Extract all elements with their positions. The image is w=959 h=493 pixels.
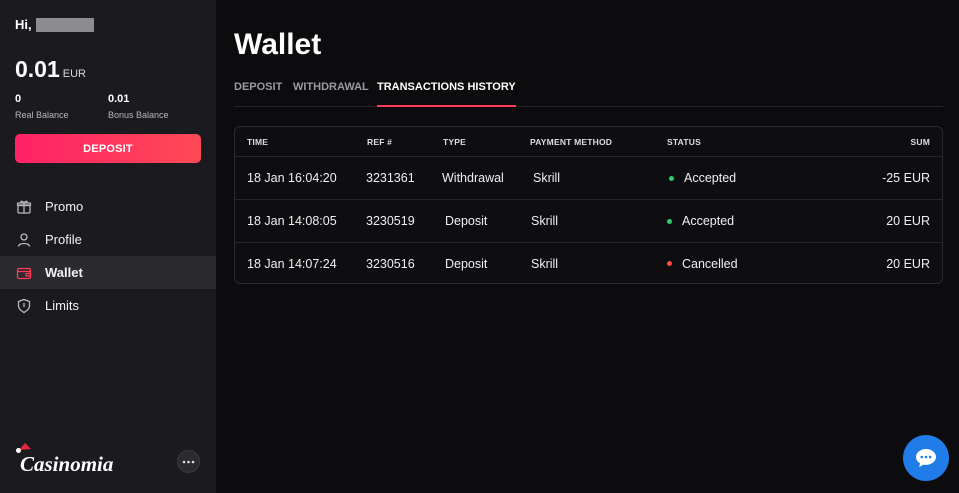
wallet-icon <box>16 265 32 281</box>
sidebar-item-limits[interactable]: Limits <box>0 289 216 322</box>
cell-status: Accepted <box>667 200 734 242</box>
column-header-payment-method: PAYMENT METHOD <box>530 136 613 147</box>
tab-withdrawal[interactable]: WITHDRAWAL <box>293 81 369 107</box>
wallet-tabs: DEPOSIT WITHDRAWAL TRANSACTIONS HISTORY <box>234 81 943 107</box>
status-text: Accepted <box>684 171 737 185</box>
cell-ref: 3231361 <box>366 171 415 185</box>
table-row: 18 Jan 16:04:20 3231361 Withdrawal Skril… <box>235 157 942 200</box>
tab-deposit[interactable]: DEPOSIT <box>234 81 282 107</box>
chat-button[interactable] <box>903 435 949 481</box>
bonus-balance-value: 0.01 <box>108 93 130 105</box>
bonus-balance: 0.01 Bonus Balance <box>108 93 169 120</box>
casinomia-logo[interactable]: Casinomia <box>16 442 128 476</box>
cell-type: Deposit <box>445 214 488 228</box>
cell-ref: 3230519 <box>366 214 415 228</box>
cell-type: Deposit <box>445 256 488 271</box>
sidebar-item-profile[interactable]: Profile <box>0 223 216 256</box>
column-header-type: TYPE <box>443 136 467 147</box>
real-balance: 0 Real Balance <box>15 93 69 120</box>
real-balance-value: 0 <box>15 93 22 105</box>
cell-sum: 20 EUR <box>886 256 930 271</box>
sidebar-item-label: Wallet <box>45 265 83 280</box>
chat-bubble-icon <box>916 449 936 467</box>
page-title: Wallet <box>234 28 322 61</box>
column-header-status: STATUS <box>667 136 701 147</box>
cell-status: Cancelled <box>667 243 738 284</box>
cell-time: 18 Jan 14:07:24 <box>247 256 337 271</box>
cell-sum: -25 EUR <box>882 171 930 185</box>
bonus-balance-label: Bonus Balance <box>108 110 169 120</box>
sidebar-item-label: Limits <box>45 298 79 313</box>
cell-time: 18 Jan 14:08:05 <box>247 214 337 228</box>
status-dot <box>667 218 672 224</box>
username-redacted <box>35 17 94 32</box>
sidebar-nav: Promo Profile Wallet Limits <box>0 190 216 322</box>
transactions-table: TIME REF # TYPE PAYMENT METHOD STATUS SU… <box>234 126 943 284</box>
table-header-row: TIME REF # TYPE PAYMENT METHOD STATUS SU… <box>235 127 942 157</box>
sidebar: Hi, 0.01 EUR 0 Real Balance 0.01 Bonus B… <box>0 0 216 493</box>
cell-payment-method: Skrill <box>531 214 559 228</box>
sidebar-item-wallet[interactable]: Wallet <box>0 256 216 289</box>
status-text: Cancelled <box>682 256 738 271</box>
gift-icon <box>16 199 32 215</box>
status-text: Accepted <box>682 214 735 228</box>
sidebar-item-promo[interactable]: Promo <box>0 190 216 223</box>
cell-payment-method: Skrill <box>533 171 561 185</box>
user-icon <box>16 232 32 248</box>
column-header-ref: REF # <box>367 136 393 147</box>
cell-status: Accepted <box>669 157 736 199</box>
sidebar-item-label: Profile <box>45 232 82 247</box>
column-header-sum: SUM <box>910 136 930 147</box>
total-balance: 0.01 EUR <box>15 56 86 83</box>
column-header-time: TIME <box>247 136 269 147</box>
table-row: 18 Jan 14:08:05 3230519 Deposit Skrill A… <box>235 200 942 243</box>
tab-transactions-history[interactable]: TRANSACTIONS HISTORY <box>377 81 516 107</box>
cell-payment-method: Skrill <box>531 256 559 271</box>
cell-time: 18 Jan 16:04:20 <box>247 171 337 185</box>
status-dot <box>667 261 672 266</box>
cell-ref: 3230516 <box>366 256 415 271</box>
greeting-text: Hi, <box>15 17 32 32</box>
sidebar-item-label: Promo <box>45 199 84 214</box>
balance-currency: EUR <box>62 68 86 80</box>
cell-type: Withdrawal <box>442 171 504 185</box>
real-balance-label: Real Balance <box>15 110 69 120</box>
table-row: 18 Jan 14:07:24 3230516 Deposit Skrill C… <box>235 243 942 284</box>
shield-icon <box>16 298 32 314</box>
more-dots-icon <box>182 460 195 463</box>
more-options-button[interactable] <box>177 450 200 473</box>
brand-name: Casinomia <box>20 452 113 474</box>
status-dot <box>669 175 674 181</box>
greeting: Hi, <box>15 17 94 32</box>
balance-amount: 0.01 <box>15 56 60 82</box>
main-content: Wallet DEPOSIT WITHDRAWAL TRANSACTIONS H… <box>216 0 959 493</box>
cell-sum: 20 EUR <box>886 214 930 228</box>
deposit-button[interactable]: DEPOSIT <box>15 134 201 163</box>
